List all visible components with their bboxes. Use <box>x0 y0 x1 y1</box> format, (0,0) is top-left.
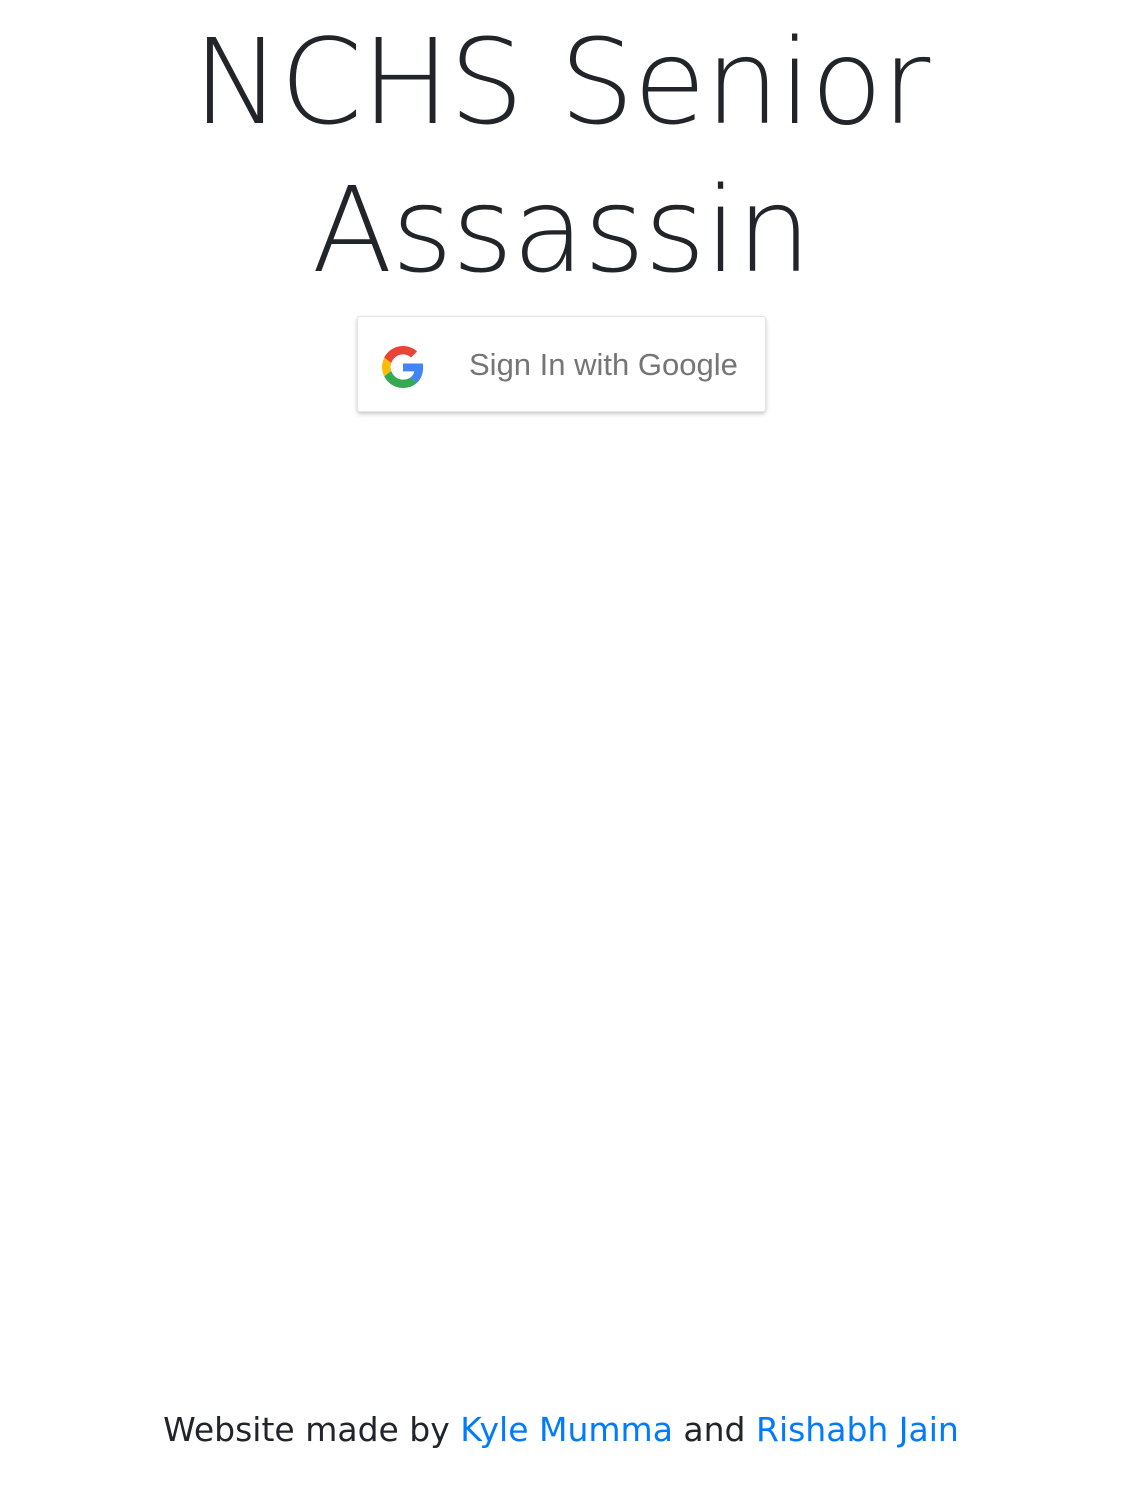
page-title-line-2: Assassin <box>311 161 812 299</box>
footer-prefix: Website made by <box>163 1410 450 1449</box>
author-link-kyle-mumma[interactable]: Kyle Mumma <box>460 1410 673 1449</box>
footer-conjunction: and <box>683 1410 746 1449</box>
google-sign-in-label: Sign In with Google <box>469 347 738 382</box>
google-sign-in-button[interactable]: Sign In with Google <box>357 316 766 412</box>
page-title: NCHS Senior Assassin <box>0 8 1122 304</box>
author-link-rishabh-jain[interactable]: Rishabh Jain <box>756 1410 959 1449</box>
page-title-line-1: NCHS Senior <box>192 13 931 151</box>
footer-credits: Website made by Kyle Mumma and Rishabh J… <box>0 1404 1122 1456</box>
google-g-icon <box>382 346 424 388</box>
